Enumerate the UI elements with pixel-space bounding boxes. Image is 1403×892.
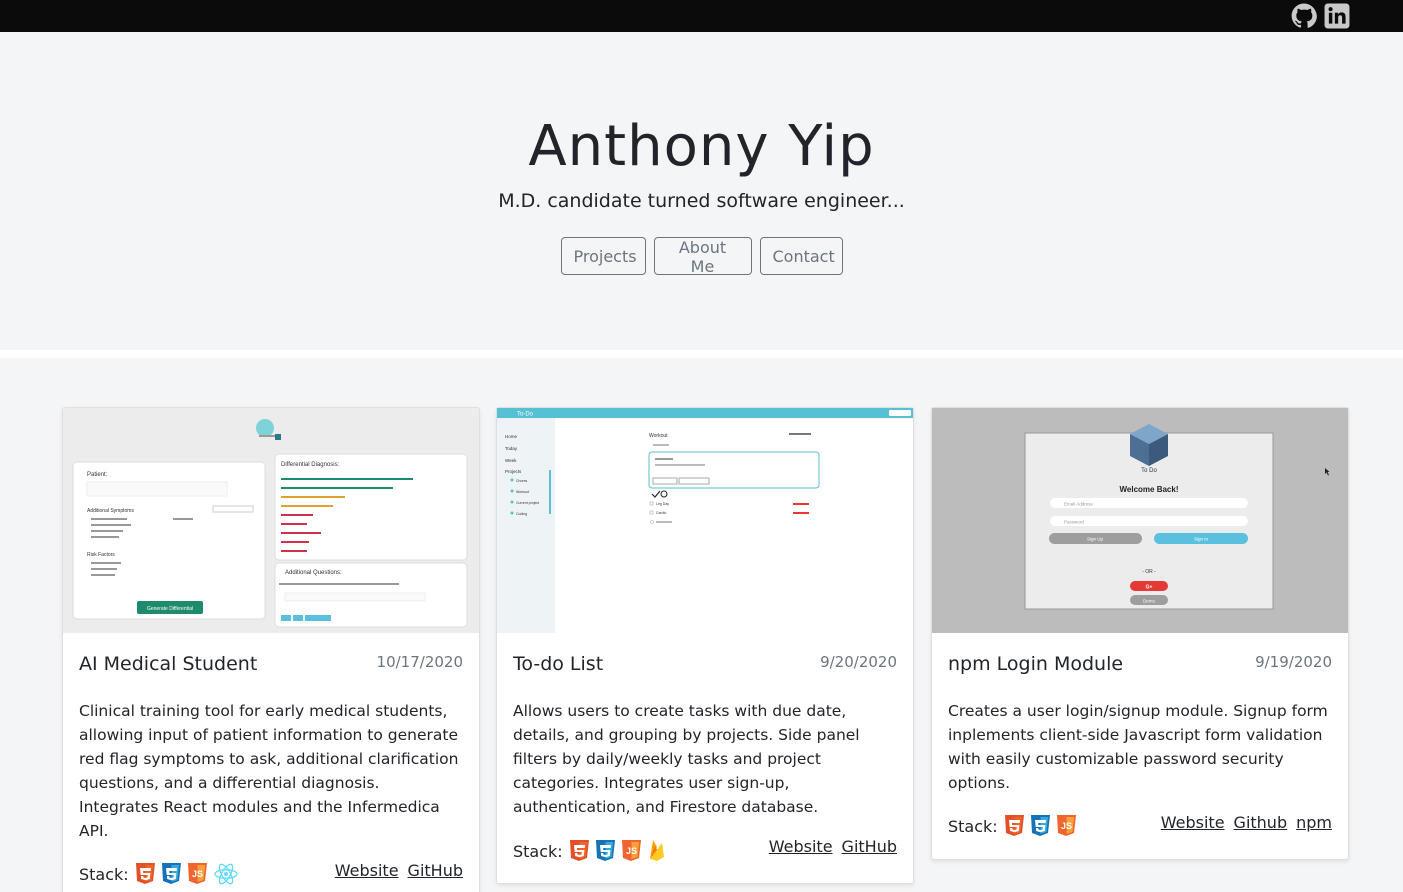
- top-navbar: [0, 0, 1403, 32]
- react-icon: [214, 863, 238, 885]
- svg-text:- OR -: - OR -: [1142, 569, 1156, 575]
- svg-text:Workout: Workout: [649, 433, 668, 439]
- svg-text:JS: JS: [1061, 821, 1072, 831]
- svg-text:Coding: Coding: [516, 512, 527, 516]
- card-footer: Stack: JS Website Github npm: [932, 813, 1348, 859]
- project-title: npm Login Module: [948, 653, 1124, 675]
- svg-text:Risk Factors: Risk Factors: [87, 552, 115, 558]
- project-screenshot[interactable]: To-Do Home Today Week Projects Chores Wo…: [497, 408, 913, 633]
- card-header: To-do List 9/20/2020: [497, 633, 913, 685]
- website-link[interactable]: Website: [1161, 813, 1225, 832]
- svg-text:Demo: Demo: [1143, 599, 1156, 604]
- svg-text:Generate Differential: Generate Differential: [147, 606, 193, 612]
- project-card: To-Do Home Today Week Projects Chores Wo…: [496, 407, 914, 884]
- website-link[interactable]: Website: [335, 861, 399, 880]
- svg-text:JS: JS: [626, 846, 637, 856]
- website-link[interactable]: Website: [769, 837, 833, 856]
- tech-stack: Stack: JS: [948, 815, 1077, 837]
- svg-text:Patient:: Patient:: [87, 472, 108, 478]
- card-header: npm Login Module 9/19/2020: [932, 633, 1348, 685]
- project-description: Creates a user login/signup module. Sign…: [948, 702, 1328, 792]
- html5-icon: [1004, 815, 1024, 836]
- npm-link[interactable]: npm: [1296, 813, 1332, 832]
- svg-text:Additional Symptoms: Additional Symptoms: [87, 508, 134, 514]
- svg-text:Home: Home: [505, 434, 518, 439]
- project-screenshot[interactable]: To Do Welcome Back! Email Address Passwo…: [932, 408, 1348, 633]
- stack-label: Stack:: [79, 864, 129, 884]
- css3-icon: [1030, 815, 1050, 836]
- project-date: 9/20/2020: [820, 653, 897, 671]
- github-link[interactable]: Github: [1234, 813, 1288, 832]
- css3-icon: [595, 840, 615, 861]
- svg-text:To Do: To Do: [1141, 468, 1157, 474]
- project-card: Patient: Additional Symptoms Risk Factor…: [62, 407, 480, 892]
- hero-buttons: Projects About Me Contact: [0, 237, 1403, 276]
- stack-label: Stack:: [513, 841, 563, 861]
- card-footer: Stack: JS Website GitHub: [63, 861, 479, 892]
- card-footer: Stack: JS Website GitHub: [497, 837, 913, 883]
- stack-label: Stack:: [948, 816, 998, 836]
- svg-text:Cardio: Cardio: [656, 511, 666, 515]
- project-card: To Do Welcome Back! Email Address Passwo…: [931, 407, 1349, 860]
- hero-section: Anthony Yip M.D. candidate turned softwa…: [0, 32, 1403, 350]
- card-header: AI Medical Student 10/17/2020: [63, 633, 479, 685]
- svg-text:Welcome Back!: Welcome Back!: [1120, 485, 1179, 494]
- project-date: 9/19/2020: [1255, 653, 1332, 671]
- css3-icon: [161, 863, 181, 884]
- svg-text:Leg Day: Leg Day: [656, 502, 669, 506]
- javascript-icon: JS: [1056, 815, 1076, 836]
- project-links: Website GitHub: [335, 861, 463, 880]
- github-link[interactable]: GitHub: [842, 837, 897, 856]
- svg-text:Sign In: Sign In: [1194, 537, 1209, 542]
- tech-stack: Stack: JS: [79, 863, 239, 885]
- project-links: Website GitHub: [769, 837, 897, 856]
- github-icon[interactable]: [1291, 3, 1317, 29]
- html5-icon: [135, 863, 155, 884]
- login-module-preview: To Do Welcome Back! Email Address Passwo…: [932, 408, 1348, 633]
- svg-text:Email Address: Email Address: [1064, 502, 1094, 507]
- svg-text:Chores: Chores: [516, 479, 528, 483]
- project-screenshot[interactable]: Patient: Additional Symptoms Risk Factor…: [63, 408, 479, 633]
- todo-list-preview: To-Do Home Today Week Projects Chores Wo…: [497, 408, 913, 633]
- project-description: Clinical training tool for early medical…: [79, 702, 459, 840]
- firebase-icon: [649, 840, 664, 861]
- svg-text:Today: Today: [505, 446, 518, 451]
- project-description: Allows users to create tasks with due da…: [513, 702, 860, 816]
- svg-text:Current project: Current project: [516, 501, 539, 505]
- ai-medical-student-preview: Patient: Additional Symptoms Risk Factor…: [63, 408, 479, 633]
- projects-section: Patient: Additional Symptoms Risk Factor…: [0, 358, 1403, 892]
- svg-text:Workout: Workout: [516, 490, 529, 494]
- javascript-icon: JS: [621, 840, 641, 861]
- svg-text:Differential Diagnosis:: Differential Diagnosis:: [281, 462, 340, 468]
- contact-button[interactable]: Contact: [759, 237, 843, 275]
- svg-text:Additional Questions:: Additional Questions:: [285, 570, 342, 576]
- about-me-button[interactable]: About Me: [653, 237, 752, 276]
- project-links: Website Github npm: [1161, 813, 1332, 832]
- projects-button[interactable]: Projects: [560, 237, 646, 275]
- svg-text:Projects: Projects: [505, 469, 522, 474]
- html5-icon: [569, 840, 589, 861]
- svg-text:G+: G+: [1146, 585, 1153, 591]
- project-title: To-do List: [513, 653, 604, 675]
- project-date: 10/17/2020: [376, 653, 463, 671]
- svg-text:Password: Password: [1064, 520, 1084, 525]
- project-title: AI Medical Student: [79, 653, 258, 675]
- page-title: Anthony Yip: [528, 114, 875, 179]
- svg-text:To-Do: To-Do: [517, 412, 534, 418]
- javascript-icon: JS: [187, 863, 207, 884]
- svg-text:JS: JS: [192, 869, 203, 879]
- tech-stack: Stack: JS: [513, 839, 667, 863]
- tagline: M.D. candidate turned software engineer.…: [498, 190, 905, 212]
- svg-text:Week: Week: [505, 458, 517, 463]
- linkedin-icon[interactable]: [1324, 3, 1350, 29]
- svg-text:Sign Up: Sign Up: [1087, 537, 1104, 542]
- github-link[interactable]: GitHub: [408, 861, 463, 880]
